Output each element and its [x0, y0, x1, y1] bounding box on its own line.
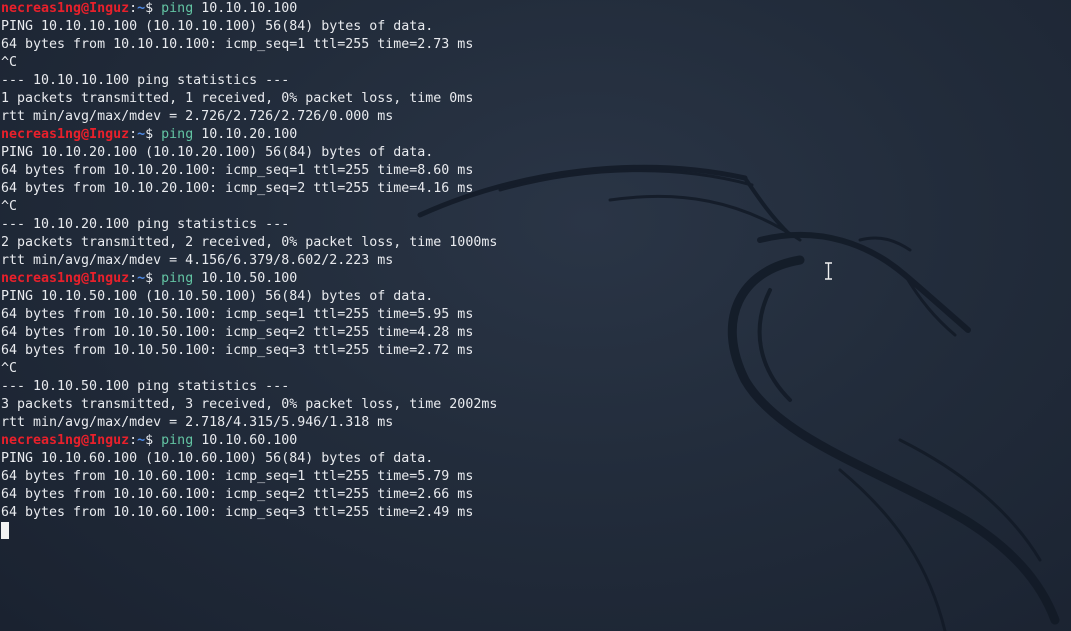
prompt-line: necreas1ng@Inguz:~$ ping 10.10.60.100 [1, 432, 497, 450]
prompt-path: ~ [137, 271, 146, 286]
output-line: ^C [1, 55, 18, 70]
prompt-line: necreas1ng@Inguz:~$ ping 10.10.50.100 [1, 270, 497, 288]
command-name: ping [161, 433, 194, 448]
output-line: 64 bytes from 10.10.10.100: icmp_seq=1 t… [1, 37, 474, 52]
output-line: 64 bytes from 10.10.20.100: icmp_seq=2 t… [1, 181, 474, 196]
prompt-symbol: $ [145, 271, 154, 286]
prompt-host: Inguz [89, 271, 130, 286]
prompt-line: necreas1ng@Inguz:~$ ping 10.10.20.100 [1, 126, 497, 144]
output-line: 1 packets transmitted, 1 received, 0% pa… [1, 91, 474, 106]
prompt-symbol: $ [145, 1, 154, 16]
prompt-path: ~ [137, 433, 146, 448]
command-argument: 10.10.50.100 [201, 271, 298, 286]
command-name: ping [161, 271, 194, 286]
output-line: PING 10.10.60.100 (10.10.60.100) 56(84) … [1, 451, 434, 466]
text-cursor-icon [825, 262, 832, 280]
prompt-separator: : [129, 127, 138, 142]
output-line: ^C [1, 361, 18, 376]
prompt-host: Inguz [89, 127, 130, 142]
command-argument: 10.10.60.100 [201, 433, 298, 448]
output-line: 2 packets transmitted, 2 received, 0% pa… [1, 235, 498, 250]
output-line: --- 10.10.50.100 ping statistics --- [1, 379, 290, 394]
prompt-user: necreas1ng [1, 1, 82, 16]
command-name: ping [161, 1, 194, 16]
prompt-at: @ [81, 1, 90, 16]
output-line: 3 packets transmitted, 3 received, 0% pa… [1, 397, 498, 412]
output-line: 64 bytes from 10.10.50.100: icmp_seq=3 t… [1, 343, 474, 358]
prompt-at: @ [81, 433, 90, 448]
output-line: rtt min/avg/max/mdev = 2.718/4.315/5.946… [1, 415, 394, 430]
output-line: rtt min/avg/max/mdev = 4.156/6.379/8.602… [1, 253, 394, 268]
output-line: 64 bytes from 10.10.60.100: icmp_seq=1 t… [1, 469, 474, 484]
output-line: PING 10.10.10.100 (10.10.10.100) 56(84) … [1, 19, 434, 34]
output-line: 64 bytes from 10.10.50.100: icmp_seq=2 t… [1, 325, 474, 340]
prompt-path: ~ [137, 1, 146, 16]
input-line [1, 522, 497, 540]
output-line: PING 10.10.20.100 (10.10.20.100) 56(84) … [1, 145, 434, 160]
output-line: --- 10.10.20.100 ping statistics --- [1, 217, 290, 232]
prompt-line: necreas1ng@Inguz:~$ ping 10.10.10.100 [1, 0, 497, 18]
output-line: 64 bytes from 10.10.50.100: icmp_seq=1 t… [1, 307, 474, 322]
output-line: --- 10.10.10.100 ping statistics --- [1, 73, 290, 88]
command-name: ping [161, 127, 194, 142]
output-line: 64 bytes from 10.10.60.100: icmp_seq=2 t… [1, 487, 474, 502]
output-line: PING 10.10.50.100 (10.10.50.100) 56(84) … [1, 289, 434, 304]
output-line: 64 bytes from 10.10.20.100: icmp_seq=1 t… [1, 163, 474, 178]
command-argument: 10.10.20.100 [201, 127, 298, 142]
prompt-user: necreas1ng [1, 127, 82, 142]
prompt-path: ~ [137, 127, 146, 142]
output-line: 64 bytes from 10.10.60.100: icmp_seq=3 t… [1, 505, 474, 520]
command-argument: 10.10.10.100 [201, 1, 298, 16]
prompt-separator: : [129, 1, 138, 16]
prompt-symbol: $ [145, 127, 154, 142]
output-line: rtt min/avg/max/mdev = 2.726/2.726/2.726… [1, 109, 394, 124]
terminal-cursor [1, 522, 9, 539]
prompt-separator: : [129, 271, 138, 286]
prompt-host: Inguz [89, 433, 130, 448]
prompt-user: necreas1ng [1, 433, 82, 448]
prompt-separator: : [129, 433, 138, 448]
terminal-output[interactable]: necreas1ng@Inguz:~$ ping 10.10.10.100 PIN… [1, 0, 497, 540]
prompt-at: @ [81, 271, 90, 286]
prompt-symbol: $ [145, 433, 154, 448]
prompt-user: necreas1ng [1, 271, 82, 286]
terminal-window[interactable]: necreas1ng@Inguz:~$ ping 10.10.10.100 PIN… [0, 0, 1071, 631]
output-line: ^C [1, 199, 18, 214]
prompt-at: @ [81, 127, 90, 142]
prompt-host: Inguz [89, 1, 130, 16]
